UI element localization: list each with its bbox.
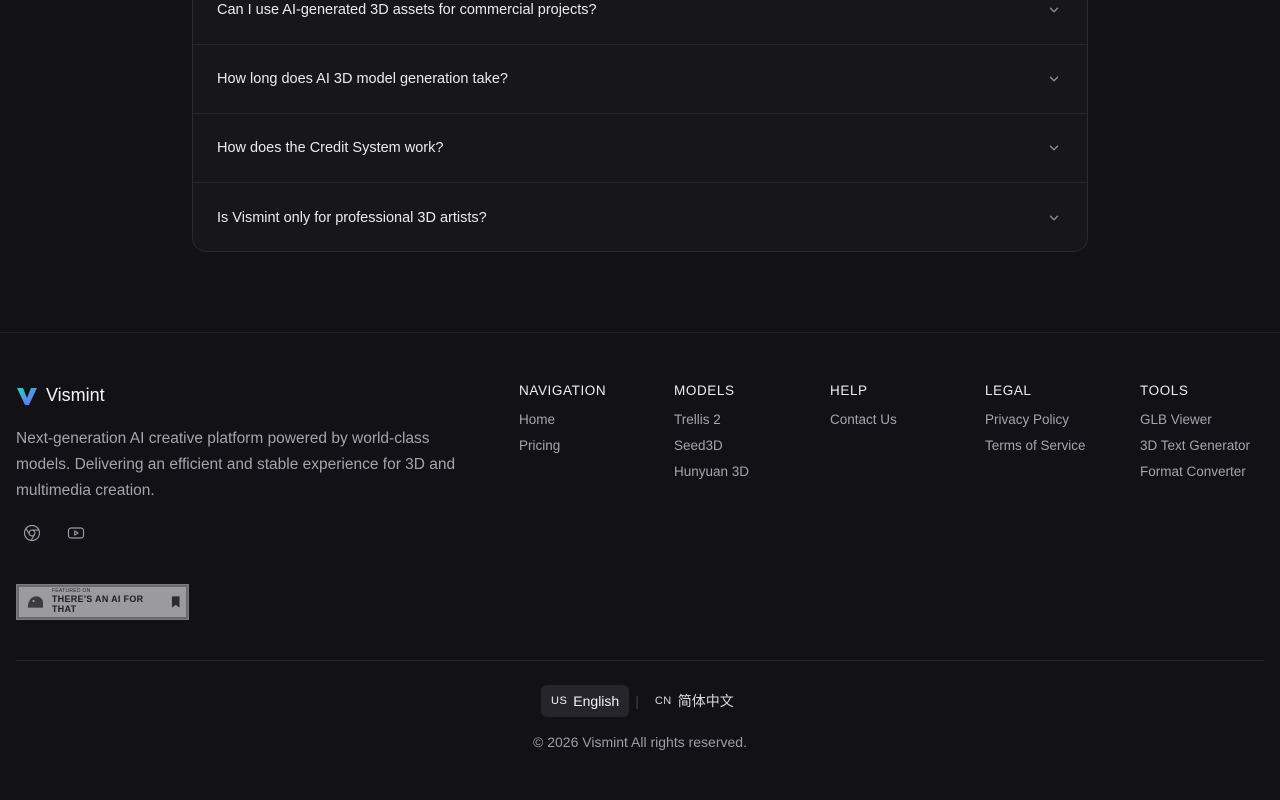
language-label: English <box>573 693 620 709</box>
chevron-down-icon <box>1049 7 1059 13</box>
footer-link-format-converter[interactable]: Format Converter <box>1140 464 1250 479</box>
language-label: 简体中文 <box>677 693 734 709</box>
page: Can I use AI-generated 3D assets for com… <box>0 0 1280 800</box>
footer-link-hunyuan-3d[interactable]: Hunyuan 3D <box>674 464 749 479</box>
badge-main-text: THERE'S AN AI FOR THAT <box>51 593 144 614</box>
copyright-text: © 2026 Vismint All rights reserved. <box>533 734 747 750</box>
footer-column-models: MODELS Trellis 2 Seed3D Hunyuan 3D <box>674 383 749 490</box>
footer-column-legal: LEGAL Privacy Policy Terms of Service <box>985 383 1086 464</box>
language-option-chinese[interactable]: CN 简体中文 <box>645 685 744 717</box>
chevron-down-icon <box>1049 145 1059 151</box>
footer-link-seed3d[interactable]: Seed3D <box>674 438 749 453</box>
chrome-icon[interactable] <box>22 523 42 543</box>
faq-item-generation-time[interactable]: How long does AI 3D model generation tak… <box>193 45 1087 114</box>
faq-question: Can I use AI-generated 3D assets for com… <box>217 2 597 18</box>
footer-link-terms-of-service[interactable]: Terms of Service <box>985 438 1086 453</box>
language-switcher: US English | CN 简体中文 <box>541 685 744 717</box>
faq-question: How long does AI 3D model generation tak… <box>217 71 508 87</box>
language-code: US <box>551 695 568 707</box>
footer-brand[interactable]: Vismint <box>16 385 105 406</box>
footer-link-glb-viewer[interactable]: GLB Viewer <box>1140 412 1250 427</box>
footer-divider <box>16 660 1264 661</box>
column-title: HELP <box>830 383 868 398</box>
faq-item-commercial-use[interactable]: Can I use AI-generated 3D assets for com… <box>193 0 1087 45</box>
footer-link-3d-text-generator[interactable]: 3D Text Generator <box>1140 438 1250 453</box>
footer-column-help: HELP Contact Us <box>830 383 897 438</box>
column-title: LEGAL <box>985 383 1032 398</box>
language-option-english[interactable]: US English <box>541 685 630 717</box>
footer-link-pricing[interactable]: Pricing <box>519 438 606 453</box>
column-title: TOOLS <box>1140 383 1189 398</box>
column-title: MODELS <box>674 383 735 398</box>
footer-column-tools: TOOLS GLB Viewer 3D Text Generator Forma… <box>1140 383 1250 490</box>
vismint-logo-icon <box>17 387 37 405</box>
faq-accordion: Can I use AI-generated 3D assets for com… <box>192 0 1088 252</box>
footer-link-privacy-policy[interactable]: Privacy Policy <box>985 412 1086 427</box>
footer-link-home[interactable]: Home <box>519 412 606 427</box>
faq-question: How does the Credit System work? <box>217 140 444 156</box>
brand-name: Vismint <box>46 385 105 405</box>
theres-an-ai-for-that-badge[interactable]: FEATURED ON THERE'S AN AI FOR THAT <box>16 584 189 620</box>
faq-item-credit-system[interactable]: How does the Credit System work? <box>193 114 1087 183</box>
faq-item-professional-artists[interactable]: Is Vismint only for professional 3D arti… <box>193 183 1087 252</box>
language-code: CN <box>654 695 672 707</box>
language-separator: | <box>635 693 639 709</box>
bookmark-icon <box>171 596 180 608</box>
social-links <box>22 523 86 543</box>
site-footer: Vismint Next-generation AI creative plat… <box>0 332 1280 800</box>
footer-link-contact-us[interactable]: Contact Us <box>830 412 897 427</box>
badge-inner: FEATURED ON THERE'S AN AI FOR THAT <box>19 587 186 617</box>
column-title: NAVIGATION <box>519 383 607 398</box>
youtube-icon[interactable] <box>66 523 86 543</box>
brand-description: Next-generation AI creative platform pow… <box>16 430 456 499</box>
footer-column-navigation: NAVIGATION Home Pricing <box>519 383 606 464</box>
badge-mascot-icon <box>27 596 44 608</box>
faq-question: Is Vismint only for professional 3D arti… <box>217 209 487 226</box>
chevron-down-icon <box>1049 215 1059 220</box>
footer-link-trellis-2[interactable]: Trellis 2 <box>674 412 749 427</box>
badge-text-group: FEATURED ON THERE'S AN AI FOR THAT <box>52 589 165 614</box>
chevron-down-icon <box>1049 76 1059 82</box>
